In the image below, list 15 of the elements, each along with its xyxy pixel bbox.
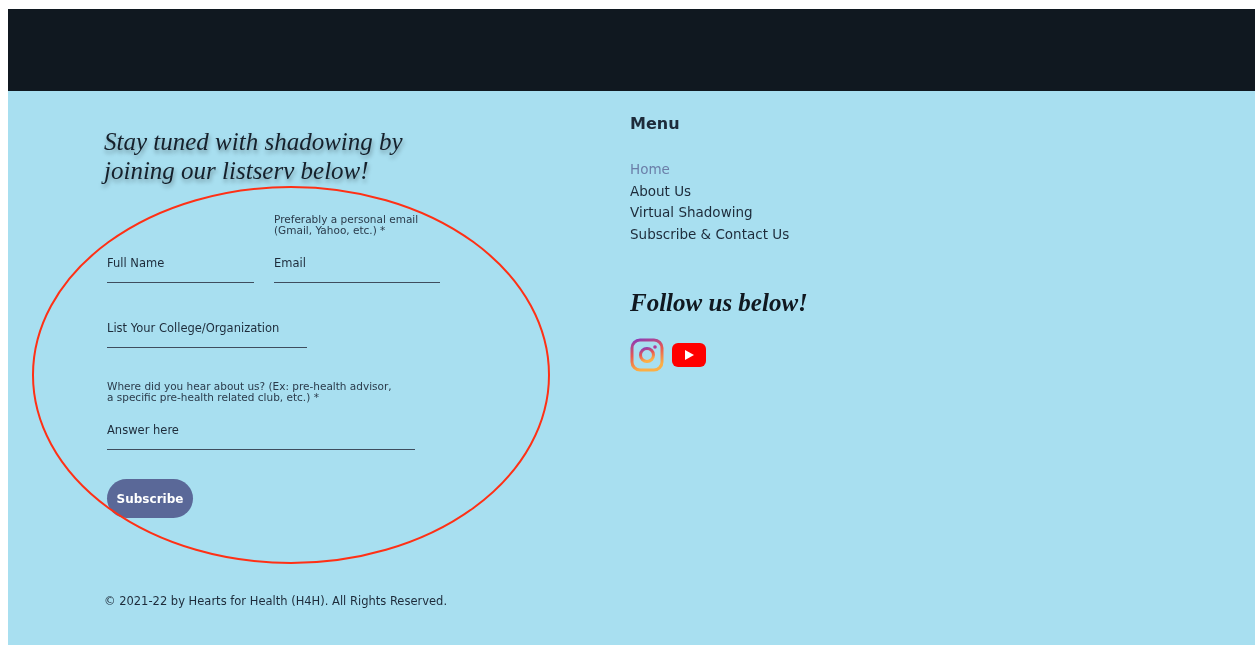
- input-field[interactable]: List Your College/Organization: [107, 315, 307, 348]
- menu-link[interactable]: Virtual Shadowing: [630, 202, 753, 225]
- field-label: Preferably a personal email (Gmail, Yahoo, etc.) *: [274, 214, 419, 236]
- input-field[interactable]: Answer here: [107, 417, 415, 450]
- menu-link[interactable]: Subscribe & Contact Us: [630, 224, 790, 246]
- field-label: Where did you hear about us? (Ex: pre-health advisor, a specific pre-health related club, etc.) *: [107, 381, 392, 403]
- input-field[interactable]: Email: [274, 250, 440, 283]
- copyright-text: © 2021-22 by Hearts for Health (H4H). All Rights Reserved.: [104, 594, 448, 608]
- follow-heading: Follow us below!: [630, 287, 808, 318]
- instagram-icon[interactable]: [630, 337, 664, 372]
- input-field[interactable]: Full Name: [107, 250, 254, 283]
- subscribe-button[interactable]: Subscribe: [107, 479, 193, 518]
- menu-title: Menu: [630, 113, 680, 135]
- menu-link[interactable]: About Us: [630, 180, 692, 203]
- youtube-icon[interactable]: [672, 342, 706, 367]
